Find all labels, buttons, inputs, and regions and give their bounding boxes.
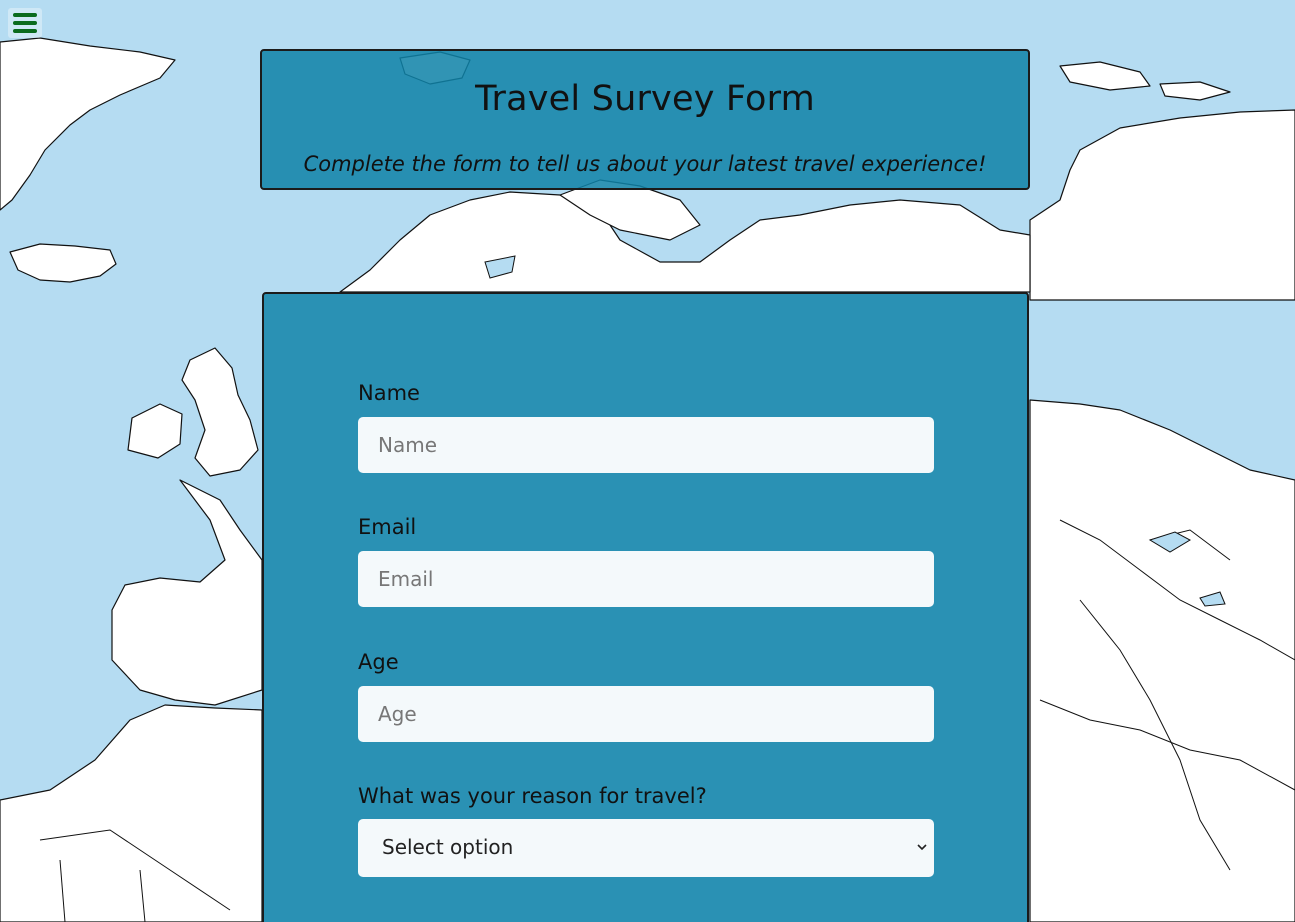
email-label: Email bbox=[358, 515, 417, 539]
chevron-down-icon bbox=[917, 844, 927, 851]
email-input[interactable] bbox=[358, 551, 934, 607]
hamburger-menu-button[interactable] bbox=[8, 8, 42, 38]
age-label: Age bbox=[358, 650, 399, 674]
reason-label: What was your reason for travel? bbox=[358, 784, 707, 808]
header-card: Travel Survey Form Complete the form to … bbox=[260, 49, 1030, 190]
page-title: Travel Survey Form bbox=[475, 79, 815, 119]
name-label: Name bbox=[358, 381, 420, 405]
reason-select-value: Select option bbox=[382, 835, 514, 859]
page-subtitle: Complete the form to tell us about your … bbox=[303, 152, 987, 176]
survey-form: Name Email Age What was your reason for … bbox=[262, 292, 1029, 922]
age-input[interactable] bbox=[358, 686, 934, 742]
reason-select[interactable]: Select option bbox=[358, 819, 934, 877]
name-input[interactable] bbox=[358, 417, 934, 473]
